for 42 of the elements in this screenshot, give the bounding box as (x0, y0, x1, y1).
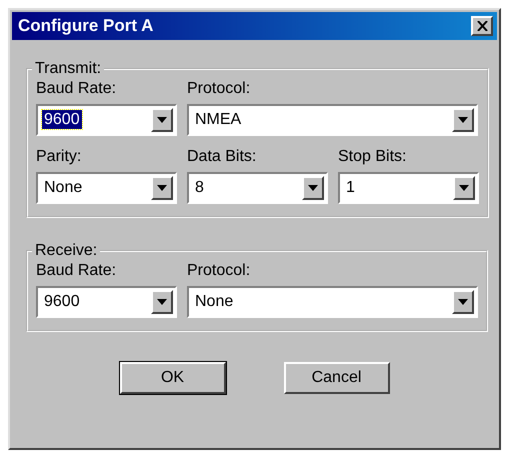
dropdown-button[interactable] (452, 290, 474, 314)
dropdown-value: NMEA (194, 110, 242, 129)
dropdown-value: 8 (194, 178, 205, 197)
dropdown-value: 9600 (42, 110, 82, 129)
dropdown-button[interactable] (151, 108, 173, 132)
window-title: Configure Port A (18, 16, 154, 36)
field-label: Baud Rate: (36, 80, 118, 98)
dialog-button[interactable]: OK (120, 362, 226, 394)
field-label: Parity: (36, 148, 82, 166)
dropdown-arrow-icon (308, 185, 318, 191)
close-icon (476, 21, 488, 31)
field-label: Baud Rate: (36, 262, 118, 280)
dropdown-button[interactable] (452, 108, 474, 132)
dropdown-value: None (194, 292, 234, 311)
dropdown-value: None (43, 178, 84, 197)
dropdown-value: 9600 (43, 292, 81, 311)
group-title: Receive: (34, 242, 98, 260)
field-label: Protocol: (187, 80, 252, 98)
dropdown[interactable]: 1 (338, 172, 479, 204)
dropdown[interactable]: 9600 (36, 104, 177, 136)
dropdown-button[interactable] (453, 176, 475, 200)
dropdown[interactable]: 8 (187, 172, 328, 204)
group-title: Transmit: (34, 60, 102, 78)
dropdown-arrow-icon (157, 185, 167, 191)
dropdown[interactable]: NMEA (187, 104, 478, 136)
dropdown-arrow-icon (458, 117, 468, 123)
dropdown-button[interactable] (151, 176, 173, 200)
close-button[interactable] (471, 16, 493, 36)
dropdown-arrow-icon (157, 117, 167, 123)
field-label: Stop Bits: (338, 148, 408, 166)
dropdown-arrow-icon (458, 299, 468, 305)
dropdown[interactable]: 9600 (36, 286, 177, 318)
dropdown-button[interactable] (151, 290, 173, 314)
dropdown-arrow-icon (157, 299, 167, 305)
field-label: Protocol: (187, 262, 252, 280)
dropdown[interactable]: None (36, 172, 177, 204)
field-label: Data Bits: (187, 148, 258, 166)
dropdown[interactable]: None (187, 286, 478, 318)
dropdown-value: 1 (345, 178, 356, 197)
dropdown-button[interactable] (302, 176, 324, 200)
dialog-button[interactable]: Cancel (284, 362, 390, 394)
dropdown-arrow-icon (459, 185, 469, 191)
